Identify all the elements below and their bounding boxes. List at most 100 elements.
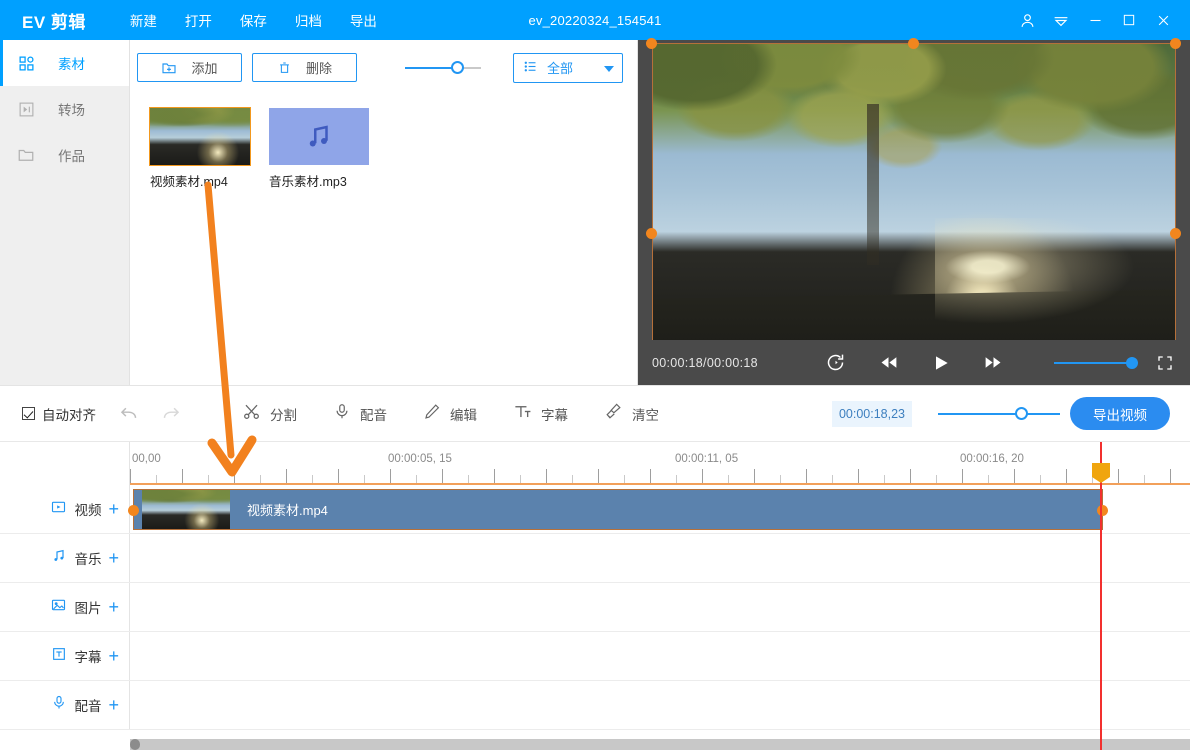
timeline-zoom-knob[interactable] <box>1015 406 1028 420</box>
resize-handle-top-center[interactable] <box>908 38 919 49</box>
tool-edit[interactable]: 编辑 <box>423 402 477 426</box>
menu-archive[interactable]: 归档 <box>293 7 324 33</box>
add-voice-track-button[interactable]: + <box>108 696 119 714</box>
replay-icon[interactable] <box>825 352 846 373</box>
menu-export[interactable]: 导出 <box>348 7 379 33</box>
media-panel: 添加 删除 全部 视频素材.mp4 音乐素材.mp3 <box>130 40 638 385</box>
menu-new[interactable]: 新建 <box>128 7 159 33</box>
add-music-track-button[interactable]: + <box>108 549 119 567</box>
clip-handle-right[interactable] <box>1097 504 1108 516</box>
player-time-display: 00:00:18/00:00:18 <box>652 355 758 370</box>
media-item-audio[interactable]: 音乐素材.mp3 <box>269 108 372 190</box>
redo-icon[interactable] <box>161 403 182 424</box>
rewind-icon[interactable] <box>878 352 899 373</box>
track-body-video[interactable]: 视频素材.mp4 <box>128 485 1190 533</box>
preview-panel: 00:00:18/00:00:18 <box>638 38 1190 385</box>
ruler-tick-major <box>494 469 495 483</box>
ruler-tick-minor <box>676 475 677 483</box>
scissors-icon <box>242 402 261 426</box>
add-image-track-button[interactable]: + <box>108 598 119 616</box>
resize-handle-middle-left[interactable] <box>646 228 657 239</box>
media-item-video[interactable]: 视频素材.mp4 <box>149 107 253 190</box>
ruler-tick-major <box>1066 469 1067 483</box>
list-icon <box>523 59 538 77</box>
ruler-label-1: 00:00:05, 15 <box>388 453 452 465</box>
forward-icon[interactable] <box>983 352 1004 373</box>
auto-align-checkbox[interactable]: 自动对齐 <box>22 404 96 424</box>
ruler-tick-minor <box>260 475 261 483</box>
sidebar-item-works-label: 作品 <box>58 149 85 164</box>
track-body-image[interactable] <box>130 583 1190 631</box>
add-subtitle-track-button[interactable]: + <box>108 647 119 665</box>
ruler-tick-major <box>1014 469 1015 483</box>
media-filter-select[interactable]: 全部 <box>513 52 623 83</box>
close-icon[interactable] <box>1146 0 1180 40</box>
timeline-zoom-slider[interactable] <box>938 405 1060 423</box>
scrollbar-thumb[interactable] <box>130 739 140 750</box>
fullscreen-icon[interactable] <box>1156 354 1174 372</box>
menu-open[interactable]: 打开 <box>183 7 214 33</box>
ruler-tick-minor <box>520 475 521 483</box>
tool-edit-label: 编辑 <box>450 407 477 423</box>
volume-slider[interactable] <box>1054 356 1138 369</box>
sidebar-item-materials[interactable]: 素材 <box>0 40 129 86</box>
ruler-tick-minor <box>936 475 937 483</box>
minimize-icon[interactable] <box>1078 0 1112 40</box>
delete-button[interactable]: 删除 <box>252 53 357 82</box>
add-video-track-button[interactable]: + <box>108 500 119 518</box>
timeline-clip-video[interactable]: 视频素材.mp4 <box>128 489 1108 530</box>
export-video-button[interactable]: 导出视频 <box>1070 397 1170 430</box>
track-label-video: 视频 <box>74 503 102 518</box>
resize-handle-middle-right[interactable] <box>1170 228 1181 239</box>
clip-handle-left[interactable] <box>128 504 139 516</box>
tool-dubbing[interactable]: 配音 <box>333 402 387 426</box>
sidebar-item-works[interactable]: 作品 <box>0 132 129 178</box>
ruler-tick-minor <box>832 475 833 483</box>
tool-subtitle[interactable]: 字幕 <box>513 402 568 426</box>
app-window: EV 剪辑 新建 打开 保存 归档 导出 ev_20220324_154541 <box>0 0 1190 750</box>
undo-icon[interactable] <box>118 403 139 424</box>
voice-track-icon <box>51 694 67 716</box>
media-item-audio-label: 音乐素材.mp3 <box>269 175 347 189</box>
ruler-tick-minor <box>364 475 365 483</box>
timecode-field[interactable]: 00:00:18,23 <box>832 400 912 427</box>
play-icon[interactable] <box>931 352 951 374</box>
tool-dubbing-label: 配音 <box>360 407 387 423</box>
checkbox-icon[interactable] <box>22 407 35 420</box>
thumbnail-size-slider[interactable] <box>405 59 481 77</box>
track-label-subtitle: 字幕 <box>74 650 102 665</box>
microphone-icon <box>333 402 351 426</box>
ruler-tick-major <box>338 469 339 483</box>
track-body-music[interactable] <box>130 534 1190 582</box>
track-row-music: 音乐 + <box>0 534 1190 583</box>
resize-handle-top-right[interactable] <box>1170 38 1181 49</box>
add-button[interactable]: 添加 <box>137 53 242 82</box>
menu-save[interactable]: 保存 <box>238 7 269 33</box>
video-preview[interactable] <box>652 43 1176 380</box>
volume-knob[interactable] <box>1126 356 1138 369</box>
sidebar-item-transitions[interactable]: 转场 <box>0 86 129 132</box>
track-body-voice[interactable] <box>130 681 1190 729</box>
ruler-tick-major <box>286 469 287 483</box>
left-sidebar: 素材 转场 作品 <box>0 40 130 385</box>
slider-knob[interactable] <box>451 60 464 74</box>
audio-thumbnail[interactable] <box>269 108 369 165</box>
account-icon[interactable] <box>1010 0 1044 40</box>
tool-split[interactable]: 分割 <box>242 402 297 426</box>
tool-clear[interactable]: 清空 <box>604 402 659 426</box>
timeline-ruler[interactable]: 00,00 00:00:05, 15 00:00:11, 05 00:00:16… <box>130 442 1190 485</box>
timeline-horizontal-scrollbar[interactable] <box>130 739 1190 750</box>
maximize-icon[interactable] <box>1112 0 1146 40</box>
media-toolbar: 添加 删除 全部 <box>130 40 637 95</box>
music-track-icon <box>51 548 67 569</box>
resize-handle-top-left[interactable] <box>646 38 657 49</box>
app-logo: EV 剪辑 <box>22 12 86 32</box>
timeline-zoom-track-filled <box>938 412 1022 415</box>
ruler-label-2: 00:00:11, 05 <box>675 453 739 465</box>
timeline-playhead[interactable] <box>1100 442 1102 750</box>
ruler-tick-minor <box>624 475 625 483</box>
track-body-subtitle[interactable] <box>130 632 1190 680</box>
video-thumbnail[interactable] <box>149 107 251 166</box>
collapse-icon[interactable] <box>1044 0 1078 40</box>
subtitle-track-icon <box>51 646 67 667</box>
